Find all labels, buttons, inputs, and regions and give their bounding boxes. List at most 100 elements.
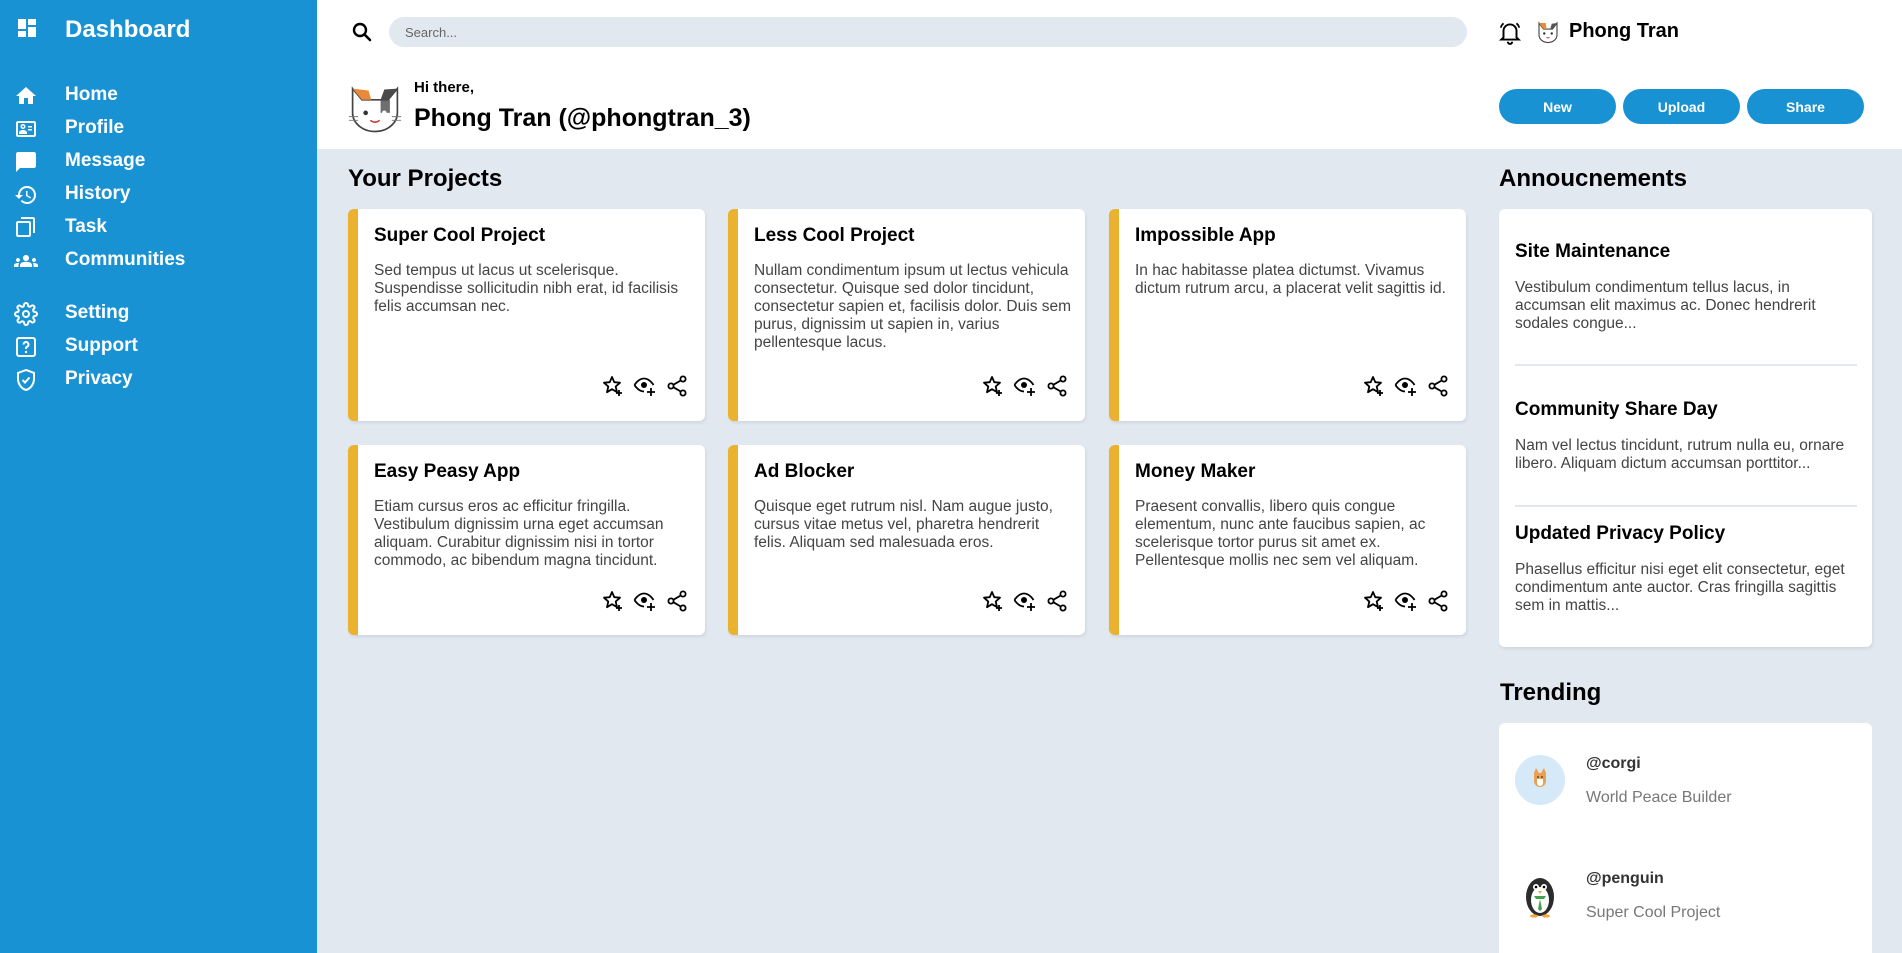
watch-icon[interactable] [1394,589,1418,613]
share-icon[interactable] [1045,374,1069,398]
divider [1515,505,1857,507]
watch-icon[interactable] [1013,589,1037,613]
project-actions [601,374,689,398]
trend-subtitle: World Peace Builder [1586,789,1732,806]
share-icon[interactable] [665,374,689,398]
announcement-description: Vestibulum condimentum tellus lacus, in … [1515,279,1816,332]
header-username[interactable]: Phong Tran [1569,20,1679,43]
project-title: Ad Blocker [754,461,855,482]
app-title: Dashboard [65,16,191,43]
penguin-avatar[interactable] [1515,870,1565,920]
share-icon[interactable] [1045,589,1069,613]
project-description: Sed tempus ut lacus ut scelerisque. Susp… [374,262,679,315]
trend-subtitle: Super Cool Project [1586,904,1721,921]
announcements-panel: Site Maintenance Vestibulum condimentum … [1499,209,1872,647]
share-icon[interactable] [1426,589,1450,613]
star-plus-icon[interactable] [1362,374,1386,398]
communities-icon [14,249,38,273]
shield-icon [14,368,38,392]
sidebar-item-label: Support [65,335,138,356]
project-actions [981,589,1069,613]
sidebar-item-support[interactable]: Support [0,329,317,363]
corgi-avatar[interactable] [1515,755,1565,805]
home-icon [14,84,38,108]
project-card[interactable]: Money Maker Praesent convallis, libero q… [1109,445,1466,635]
greeting-text: Hi there, [414,79,475,96]
project-title: Easy Peasy App [374,461,521,482]
star-plus-icon[interactable] [981,589,1005,613]
sidebar-item-label: Message [65,150,146,171]
sidebar-item-setting[interactable]: Setting [0,296,317,330]
watch-icon[interactable] [633,589,657,613]
watch-icon[interactable] [1013,374,1037,398]
sidebar-item-label: Communities [65,249,186,270]
profile-icon [14,117,38,141]
star-plus-icon[interactable] [601,589,625,613]
project-card[interactable]: Ad Blocker Quisque eget rutrum nisl. Nam… [728,445,1085,635]
trending-panel: @corgi World Peace Builder @penguin Supe… [1499,723,1872,953]
announcement-description: Nam vel lectus tincidunt, rutrum nulla e… [1515,437,1845,472]
project-card[interactable]: Impossible App In hac habitasse platea d… [1109,209,1466,421]
new-button[interactable]: New [1499,89,1616,124]
history-icon [14,183,38,207]
star-plus-icon[interactable] [981,374,1005,398]
project-actions [601,589,689,613]
project-description: Praesent convallis, libero quis congue e… [1135,498,1426,569]
project-title: Money Maker [1135,461,1256,482]
sidebar-item-profile[interactable]: Profile [0,111,317,145]
announcement-description: Phasellus efficitur nisi eget elit conse… [1515,561,1845,614]
brand[interactable]: Dashboard [15,16,190,45]
project-title: Impossible App [1135,225,1276,246]
sidebar-item-communities[interactable]: Communities [0,243,317,277]
project-description: Nullam condimentum ipsum ut lectus vehic… [754,262,1072,351]
user-avatar[interactable] [1533,17,1563,47]
bell-icon[interactable] [1497,19,1523,45]
project-description: Quisque eget rutrum nisl. Nam augue just… [754,498,1053,551]
project-actions [981,374,1069,398]
star-plus-icon[interactable] [1362,589,1386,613]
watch-icon[interactable] [633,374,657,398]
star-plus-icon[interactable] [601,374,625,398]
sidebar-item-label: Privacy [65,368,133,389]
task-icon [14,216,38,240]
trend-handle[interactable]: @corgi [1586,755,1641,773]
project-title: Super Cool Project [374,225,546,246]
watch-icon[interactable] [1394,374,1418,398]
upload-button[interactable]: Upload [1623,89,1740,124]
header: Phong Tran Hi there, Phong Tran (@phongt… [317,0,1902,149]
sidebar-item-task[interactable]: Task [0,210,317,244]
sidebar-item-label: Setting [65,302,130,323]
project-card[interactable]: Super Cool Project Sed tempus ut lacus u… [348,209,705,421]
project-actions [1362,374,1450,398]
sidebar-item-privacy[interactable]: Privacy [0,362,317,396]
announcement-title[interactable]: Community Share Day [1515,399,1718,421]
project-card[interactable]: Easy Peasy App Etiam cursus eros ac effi… [348,445,705,635]
project-title: Less Cool Project [754,225,915,246]
share-icon[interactable] [665,589,689,613]
announcements-title: Annoucnements [1499,165,1688,192]
sidebar-item-history[interactable]: History [0,177,317,211]
share-button[interactable]: Share [1747,89,1864,124]
sidebar-item-home[interactable]: Home [0,78,317,112]
projects-title: Your Projects [348,165,503,192]
greeting-name: Phong Tran (@phongtran_3) [414,104,751,132]
sidebar-item-label: Profile [65,117,125,138]
project-card[interactable]: Less Cool Project Nullam condimentum ips… [728,209,1085,421]
sidebar: Dashboard Home Profile Message History T… [0,0,317,953]
profile-avatar [347,83,403,135]
support-icon [14,335,38,359]
share-icon[interactable] [1426,374,1450,398]
sidebar-item-message[interactable]: Message [0,144,317,178]
sidebar-item-label: Task [65,216,107,237]
trend-handle[interactable]: @penguin [1586,870,1664,888]
divider [1515,364,1857,366]
announcement-title[interactable]: Site Maintenance [1515,241,1670,263]
search-icon[interactable] [350,20,374,44]
project-description: In hac habitasse platea dictumst. Vivamu… [1135,262,1446,297]
dashboard-icon [15,16,39,45]
sidebar-item-label: History [65,183,131,204]
trending-title: Trending [1500,679,1602,706]
announcement-title[interactable]: Updated Privacy Policy [1515,523,1725,545]
search-input[interactable] [389,17,1467,47]
project-description: Etiam cursus eros ac efficitur fringilla… [374,498,664,569]
